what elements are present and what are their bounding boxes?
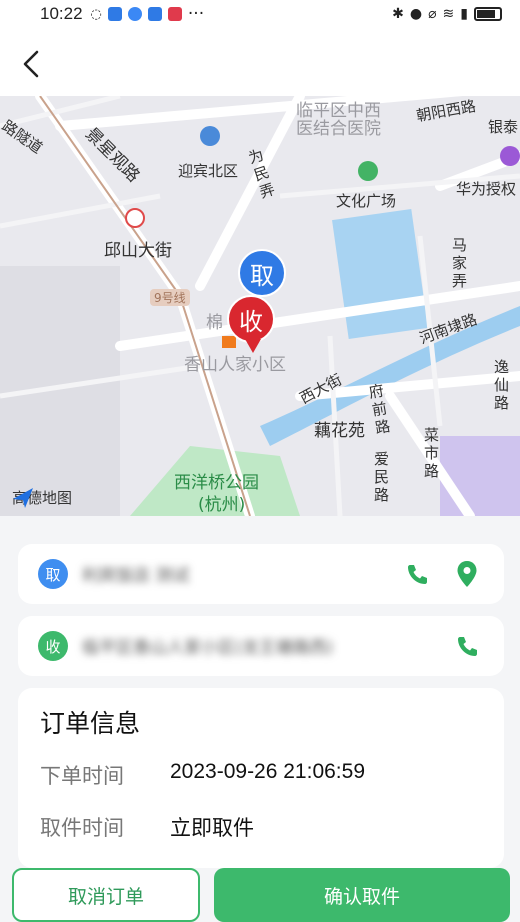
order-info-card: 订单信息 下单时间 2023-09-26 21:06:59 取件时间 立即取件: [18, 688, 504, 868]
map-label-hospital-linping-2: 医结合医院: [296, 119, 381, 139]
phone-icon: [408, 565, 427, 584]
status-bar: 10:22 ◌ ··· ✱ ● ⌀ ≋ ▮: [0, 0, 520, 28]
receive-call-button[interactable]: [452, 631, 482, 661]
content-panel: 取 利宾饭店 测试 收 临平区香山人家小区(龙王塘路西) 订单信息 下单时间 2…: [0, 516, 520, 912]
map-label-poi-mian: 棉: [206, 313, 223, 333]
system-icons: ✱ ● ⌀ ≋ ▮: [392, 6, 502, 22]
cancel-order-button[interactable]: 取消订单: [12, 868, 200, 922]
pickup-pin[interactable]: 取: [238, 249, 286, 297]
receive-address: 临平区香山人家小区(龙王塘路西): [82, 638, 334, 658]
amap-logo: 高德地图: [12, 487, 72, 508]
back-button[interactable]: [16, 46, 46, 82]
map-label-poi-wenhua: 文化广场: [336, 192, 397, 210]
map-label-line-9: 9号线: [150, 289, 190, 306]
mute-icon: ⌀: [428, 6, 437, 22]
pickup-call-button[interactable]: [402, 559, 432, 589]
app-notif-icon: [167, 7, 182, 21]
location-pin-icon: [457, 561, 477, 587]
map-label-station-qiushan: 邱山大街: [104, 241, 172, 261]
map-label-road-yixian: 逸仙路: [494, 358, 510, 412]
bluetooth-icon: ✱: [392, 6, 404, 22]
map-label-poi-ouhua: 藕花苑: [314, 421, 365, 441]
confirm-pickup-button[interactable]: 确认取件: [214, 868, 510, 922]
map-label-road-caishi: 菜市路: [424, 426, 440, 480]
chat-icon: ◌: [90, 6, 102, 22]
pickup-time-label: 取件时间: [40, 816, 124, 840]
battery-icon: [474, 7, 502, 21]
wifi-icon: ≋: [442, 6, 455, 22]
map-label-park-hangzhou: (杭州): [198, 495, 246, 515]
notification-icons: ◌ ···: [91, 4, 205, 24]
pickup-navigate-button[interactable]: [452, 559, 482, 589]
nav-bar: [0, 28, 520, 98]
chevron-left-icon: [23, 50, 39, 78]
map-view[interactable]: 景星观路 路隧道 临平区中西 医结合医院 朝阳西路 银泰 迎宾北区 为民弄 文化…: [0, 96, 520, 516]
status-time: 10:22: [40, 4, 83, 23]
pickup-time-value: 立即取件: [170, 816, 254, 840]
map-label-poi-xiangshan: 香山人家小区: [184, 355, 286, 375]
map-label-road-majia: 马家弄: [452, 236, 468, 290]
phone-icon: [458, 637, 477, 656]
map-label-poi-yingbin: 迎宾北区: [178, 162, 239, 180]
pickup-badge: 取: [38, 559, 68, 589]
receive-card: 收 临平区香山人家小区(龙王塘路西): [18, 616, 504, 676]
app-notif-icon: [147, 7, 162, 21]
order-time-label: 下单时间: [40, 764, 124, 788]
pickup-card: 取 利宾饭店 测试: [18, 544, 504, 604]
map-label-road-aimin: 爱民路: [374, 450, 390, 504]
app-notif-icon: [107, 7, 122, 21]
order-time-value: 2023-09-26 21:06:59: [170, 760, 365, 783]
pickup-time-row: 取件时间 立即取件: [40, 812, 254, 842]
order-time-row: 下单时间 2023-09-26 21:06:59: [40, 760, 365, 790]
location-icon: ●: [409, 6, 423, 22]
amap-logo-icon: [13, 488, 33, 508]
more-notifs: ···: [187, 4, 205, 24]
map-label-bank: 银泰: [488, 118, 519, 136]
sim-icon: ▮: [460, 6, 468, 22]
app-notif-icon: [127, 7, 142, 21]
pickup-address: 利宾饭店 测试: [82, 566, 190, 586]
receive-badge: 收: [38, 631, 68, 661]
order-info-title: 订单信息: [40, 709, 141, 738]
receive-pin[interactable]: 收: [227, 295, 275, 353]
map-label-poi-huawei: 华为授权: [456, 180, 517, 198]
